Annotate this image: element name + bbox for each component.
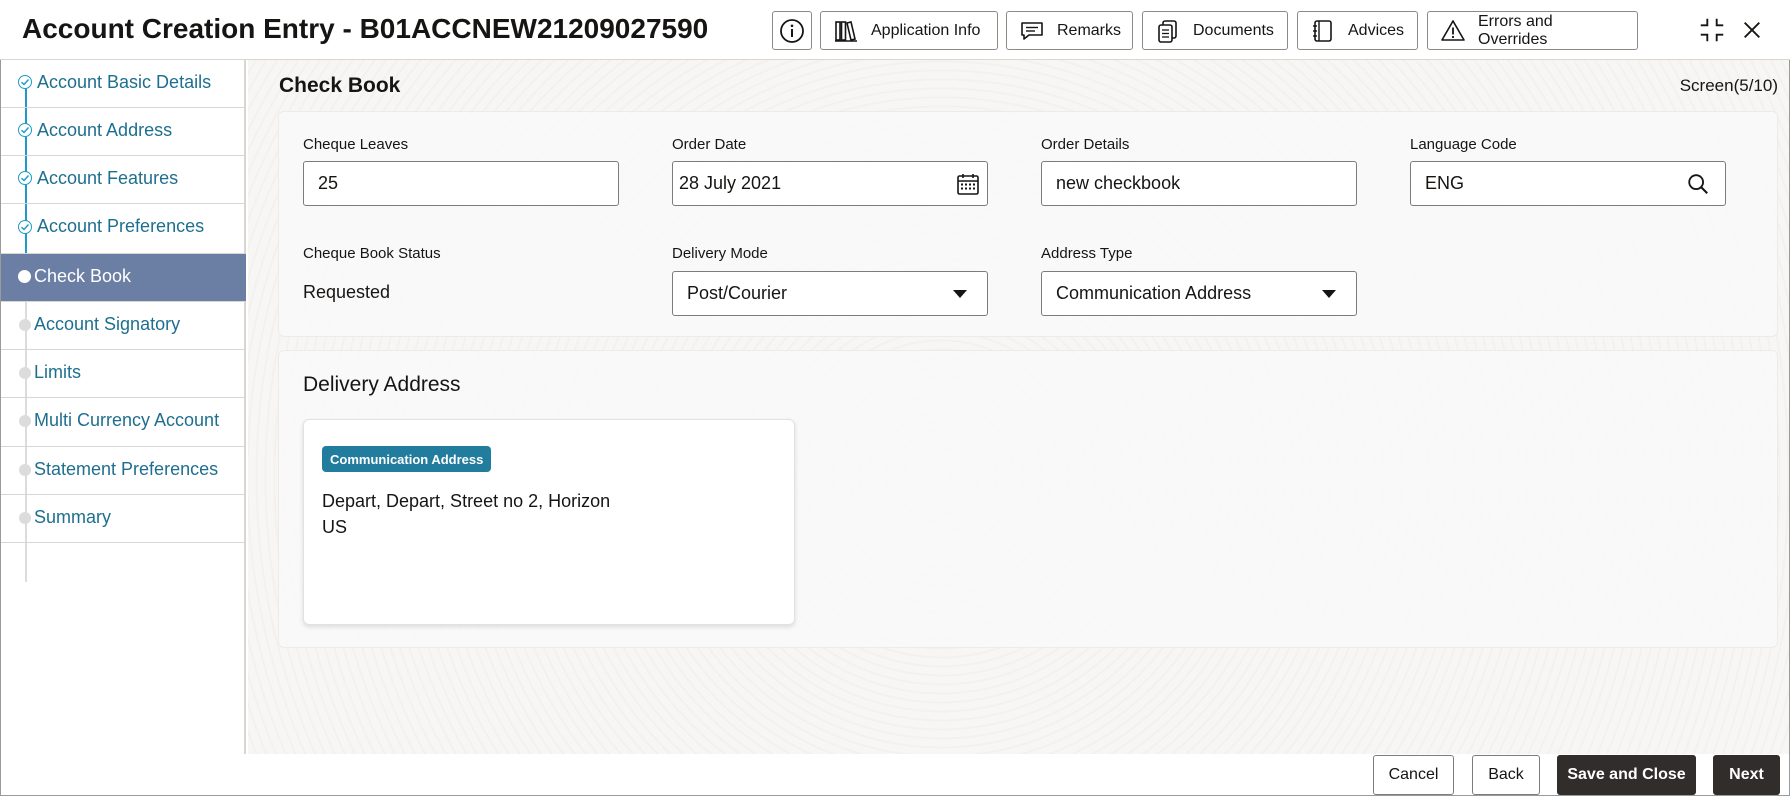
chat-bubble-icon — [1019, 18, 1045, 44]
order-details-label: Order Details — [1041, 136, 1130, 153]
documents-icon — [1155, 18, 1181, 44]
delivery-mode-value: Post/Courier — [687, 283, 788, 303]
sidebar-item-label: Account Basic Details — [37, 72, 212, 92]
collapse-icon[interactable] — [1696, 14, 1728, 46]
advices-label: Advices — [1348, 21, 1405, 39]
sidebar-item-statement-preferences[interactable]: Statement Preferences — [1, 447, 246, 495]
sidebar-item-account-preferences[interactable]: Account Preferences — [1, 204, 246, 254]
sidebar-item-label: Account Preferences — [37, 216, 205, 236]
language-code-value: ENG — [1425, 173, 1465, 193]
errors-overrides-label: Errors and Overrides — [1478, 12, 1553, 48]
caret-down-icon — [947, 281, 973, 307]
pending-step-dot-icon — [19, 512, 31, 524]
sidebar-item-label: Account Features — [37, 168, 179, 188]
back-button[interactable]: Back — [1472, 755, 1540, 795]
language-code-input[interactable]: ENG — [1410, 161, 1726, 206]
address-type-select[interactable]: Communication Address — [1041, 271, 1357, 316]
cheque-leaves-label: Cheque Leaves — [303, 136, 409, 153]
next-button[interactable]: Next — [1713, 755, 1780, 795]
info-button[interactable] — [772, 11, 812, 50]
sidebar-item-label: Check Book — [34, 266, 132, 286]
order-details-input[interactable]: new checkbook — [1041, 161, 1357, 206]
pending-step-dot-icon — [19, 464, 31, 476]
close-icon[interactable] — [1736, 14, 1768, 46]
delivery-address-heading: Delivery Address — [303, 373, 461, 396]
application-info-button[interactable]: Application Info — [820, 11, 998, 50]
sidebar-item-summary[interactable]: Summary — [1, 495, 246, 543]
sidebar-item-multi-currency-account[interactable]: Multi Currency Account — [1, 398, 246, 447]
sidebar-item-account-basic-details[interactable]: Account Basic Details — [1, 60, 246, 108]
delivery-mode-select[interactable]: Post/Courier — [672, 271, 988, 316]
sidebar-item-label: Limits — [34, 362, 82, 382]
warning-icon — [1440, 18, 1466, 44]
advices-button[interactable]: Advices — [1297, 11, 1418, 50]
cheque-book-status-label: Cheque Book Status — [303, 245, 441, 262]
sidebar-nav: Account Basic Details Account Address Ac… — [1, 60, 246, 754]
documents-button[interactable]: Documents — [1142, 11, 1288, 50]
delivery-mode-label: Delivery Mode — [672, 245, 768, 262]
sidebar-item-account-address[interactable]: Account Address — [1, 108, 246, 156]
sidebar-item-label: Statement Preferences — [34, 459, 219, 479]
order-details-value: new checkbook — [1056, 173, 1181, 193]
caret-down-icon — [1316, 281, 1342, 307]
errors-overrides-button[interactable]: Errors and Overrides — [1427, 11, 1638, 50]
address-type-badge: Communication Address — [322, 446, 492, 472]
remarks-button[interactable]: Remarks — [1006, 11, 1133, 50]
remarks-label: Remarks — [1057, 21, 1122, 39]
address-line-1: Depart, Depart, Street no 2, Horizon — [322, 491, 611, 511]
cheque-leaves-value: 25 — [318, 173, 339, 193]
address-line-2: US — [322, 517, 348, 537]
sidebar-item-label: Multi Currency Account — [34, 410, 220, 430]
pending-step-dot-icon — [19, 367, 31, 379]
current-step-dot-icon — [18, 270, 31, 283]
sidebar-item-label: Account Signatory — [34, 314, 181, 334]
application-info-label: Application Info — [871, 21, 981, 39]
sidebar-item-check-book[interactable]: Check Book — [1, 254, 246, 302]
documents-label: Documents — [1193, 21, 1274, 39]
section-title: Check Book — [279, 74, 401, 97]
sidebar-item-account-signatory[interactable]: Account Signatory — [1, 302, 246, 350]
sidebar-item-account-features[interactable]: Account Features — [1, 156, 246, 204]
address-card[interactable]: Communication Address Depart, Depart, St… — [303, 419, 795, 625]
info-icon — [779, 18, 805, 44]
notebook-icon — [1310, 18, 1336, 44]
order-date-value: 28 July 2021 — [679, 173, 782, 193]
screen-counter: Screen(5/10) — [1679, 76, 1778, 95]
check-circle-icon — [18, 123, 32, 137]
cheque-book-status-value: Requested — [303, 282, 391, 302]
address-type-value: Communication Address — [1056, 283, 1252, 303]
sidebar-item-limits[interactable]: Limits — [1, 350, 246, 398]
calendar-icon[interactable] — [955, 171, 981, 197]
language-code-label: Language Code — [1410, 136, 1517, 153]
address-type-label: Address Type — [1041, 245, 1133, 262]
sidebar-item-label: Account Address — [37, 120, 173, 140]
page-title: Account Creation Entry - B01ACCNEW212090… — [22, 13, 709, 44]
library-icon — [833, 18, 859, 44]
check-circle-icon — [18, 75, 32, 89]
order-date-label: Order Date — [672, 136, 747, 153]
cancel-button[interactable]: Cancel — [1373, 755, 1454, 795]
search-icon[interactable] — [1685, 171, 1711, 197]
header-bar: Account Creation Entry - B01ACCNEW212090… — [0, 0, 1790, 60]
order-date-input[interactable]: 28 July 2021 — [672, 161, 988, 206]
check-book-form-panel — [278, 111, 1778, 337]
cheque-leaves-input[interactable]: 25 — [303, 161, 619, 206]
save-and-close-button[interactable]: Save and Close — [1557, 755, 1696, 795]
pending-step-dot-icon — [19, 415, 31, 427]
check-circle-icon — [18, 220, 32, 234]
sidebar-item-label: Summary — [34, 507, 112, 527]
check-circle-icon — [18, 171, 32, 185]
pending-step-dot-icon — [19, 319, 31, 331]
